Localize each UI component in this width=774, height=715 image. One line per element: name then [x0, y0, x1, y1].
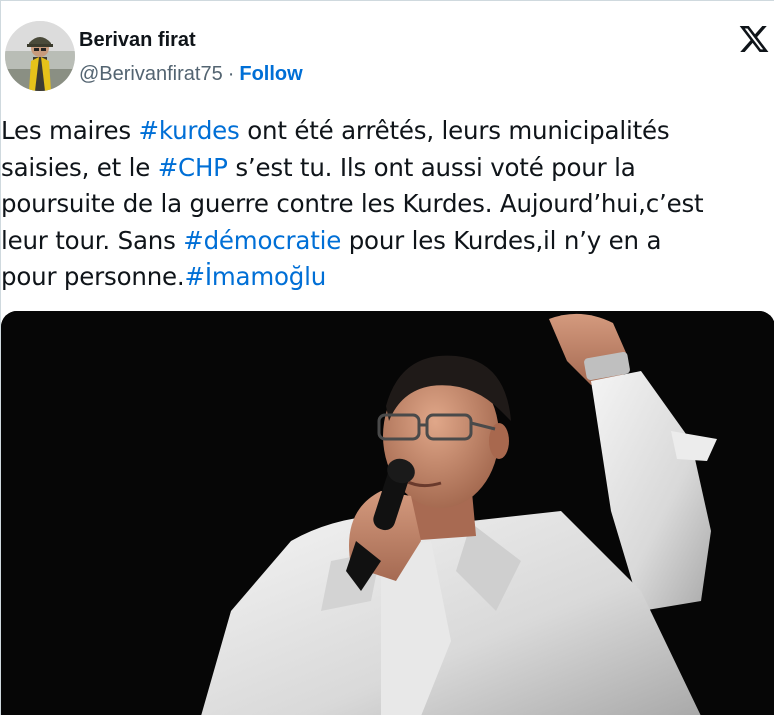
hashtag-link[interactable]: #CHP: [158, 153, 228, 182]
tweet-header: Berivan firat @Berivanfirat75 · Follow: [5, 19, 774, 99]
author-handle[interactable]: @Berivanfirat75: [79, 63, 223, 85]
tweet-text-segment: Les maires: [1, 116, 139, 145]
author-name[interactable]: Berivan firat: [79, 29, 196, 52]
tweet-text: Les maires #kurdes ont été arrêtés, leur…: [1, 113, 771, 296]
hashtag-link[interactable]: #İmamoğlu: [185, 262, 327, 291]
speaker-photo: [1, 311, 774, 715]
author-meta-row: @Berivanfirat75 · Follow: [79, 63, 303, 86]
tweet-embed-card: Berivan firat @Berivanfirat75 · Follow Les…: [0, 0, 774, 715]
follow-button[interactable]: Follow: [239, 63, 302, 85]
avatar-image: [5, 21, 75, 91]
separator-dot: ·: [227, 63, 235, 85]
x-logo-icon[interactable]: [738, 23, 770, 55]
hashtag-link[interactable]: #démocratie: [183, 226, 341, 255]
tweet-media-photo[interactable]: [1, 311, 774, 715]
hashtag-link[interactable]: #kurdes: [139, 116, 240, 145]
author-avatar[interactable]: [5, 21, 75, 91]
